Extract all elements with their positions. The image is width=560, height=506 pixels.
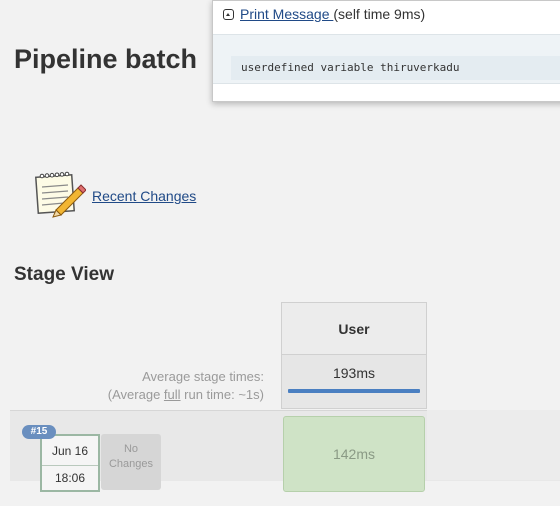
stage-cell-user[interactable]: 142ms bbox=[283, 416, 425, 492]
average-label-line1: Average stage times: bbox=[142, 369, 264, 384]
average-label-prefix: (Average bbox=[107, 387, 164, 402]
average-time-value: 193ms bbox=[332, 365, 376, 381]
average-time-cell: 193ms bbox=[281, 355, 427, 409]
row-filler bbox=[427, 410, 560, 480]
log-popup: Print Message (self time 9ms) userdefine… bbox=[212, 0, 560, 102]
build-number-badge[interactable]: #15 bbox=[22, 425, 56, 439]
page-title: Pipeline batch bbox=[14, 44, 198, 74]
average-time-bar bbox=[288, 389, 420, 393]
build-date-box[interactable]: Jun 16 18:06 bbox=[40, 434, 100, 492]
stage-header-user[interactable]: User bbox=[281, 302, 427, 355]
notepad-icon bbox=[34, 171, 86, 218]
build-time: 18:06 bbox=[54, 471, 86, 485]
build-date: Jun 16 bbox=[51, 444, 89, 458]
collapse-icon[interactable] bbox=[223, 9, 234, 20]
date-divider bbox=[42, 465, 98, 466]
recent-changes-link[interactable]: Recent Changes bbox=[92, 188, 196, 204]
no-changes-box[interactable]: No Changes bbox=[101, 434, 161, 490]
log-header: Print Message (self time 9ms) bbox=[223, 6, 425, 22]
average-stage-times-label: Average stage times: (Average full run t… bbox=[108, 368, 264, 404]
print-message-link[interactable]: Print Message bbox=[240, 6, 333, 22]
average-label-suffix: run time: ~1s) bbox=[180, 387, 264, 402]
log-body: userdefined variable thiruverkadu bbox=[213, 34, 560, 84]
self-time: (self time 9ms) bbox=[333, 6, 426, 22]
average-label-full: full bbox=[163, 387, 181, 402]
log-line: userdefined variable thiruverkadu bbox=[241, 61, 460, 74]
stage-view-title: Stage View bbox=[14, 264, 114, 285]
